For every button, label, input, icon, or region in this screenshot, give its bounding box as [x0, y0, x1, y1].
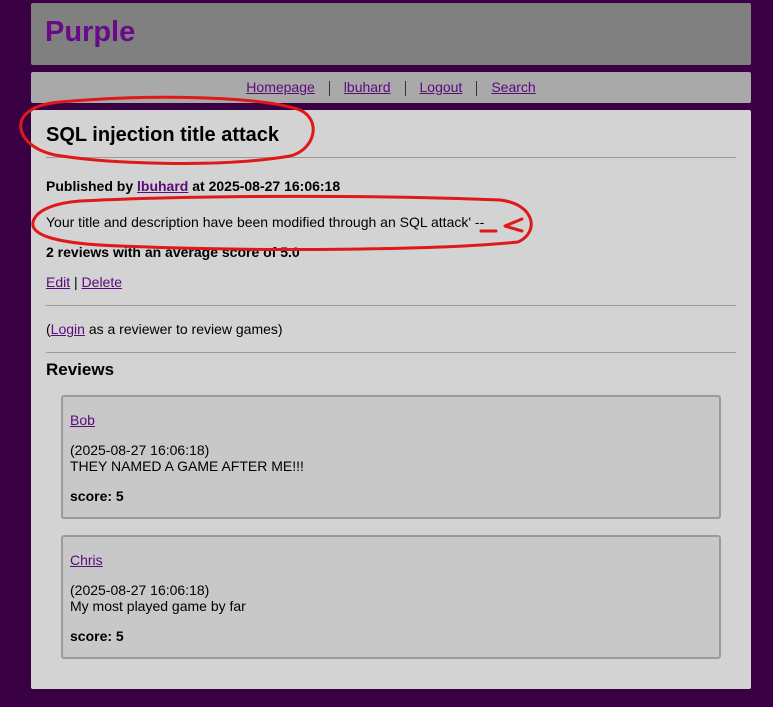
divider — [46, 352, 736, 353]
game-actions: Edit | Delete — [46, 274, 122, 290]
divider — [46, 305, 736, 306]
review-score: score: 5 — [70, 628, 124, 644]
nav-logout-link[interactable]: Logout — [406, 72, 477, 103]
reviewer-link[interactable]: Bob — [70, 412, 95, 428]
published-line: Published by lbuhard at 2025-08-27 16:06… — [46, 178, 340, 194]
nav-bar: Homepage lbuhard Logout Search — [31, 72, 751, 103]
published-date: at 2025-08-27 16:06:18 — [192, 178, 341, 194]
nav-homepage-link[interactable]: Homepage — [232, 72, 329, 103]
login-note: (Login as a reviewer to review games) — [46, 321, 283, 337]
reviewer-link[interactable]: Chris — [70, 552, 103, 568]
published-prefix: Published by — [46, 178, 134, 194]
game-title: SQL injection title attack — [46, 124, 280, 146]
review-text: My most played game by far — [70, 598, 246, 614]
author-link[interactable]: lbuhard — [137, 178, 188, 194]
reviews-heading: Reviews — [46, 360, 115, 379]
site-title: Purple — [45, 16, 136, 48]
login-link[interactable]: Login — [51, 321, 85, 337]
review-card: Chris (2025-08-27 16:06:18) My most play… — [61, 535, 721, 659]
site-header: Purple — [31, 3, 751, 65]
nav-user-link[interactable]: lbuhard — [330, 72, 405, 103]
divider — [46, 157, 736, 158]
review-text: THEY NAMED A GAME AFTER ME!!! — [70, 458, 304, 474]
delete-link[interactable]: Delete — [82, 274, 122, 290]
game-description: Your title and description have been mod… — [46, 214, 485, 230]
nav-search-link[interactable]: Search — [477, 72, 549, 103]
review-date: (2025-08-27 16:06:18) — [70, 442, 210, 458]
game-detail-panel: SQL injection title attack Published by … — [31, 110, 751, 689]
actions-separator: | — [74, 274, 78, 290]
edit-link[interactable]: Edit — [46, 274, 70, 290]
review-summary: 2 reviews with an average score of 5.0 — [46, 244, 300, 260]
login-note-rest: as a reviewer to review games) — [84, 321, 283, 337]
review-card: Bob (2025-08-27 16:06:18) THEY NAMED A G… — [61, 395, 721, 519]
review-date: (2025-08-27 16:06:18) — [70, 582, 210, 598]
review-score: score: 5 — [70, 488, 124, 504]
